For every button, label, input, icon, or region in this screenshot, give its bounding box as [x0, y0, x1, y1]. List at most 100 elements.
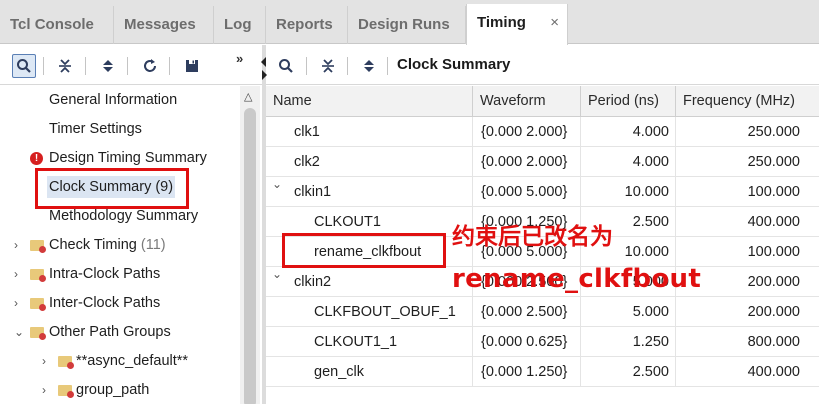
refresh-icon[interactable] — [138, 54, 162, 78]
chevron-right-icon[interactable]: › — [42, 347, 46, 376]
table-row[interactable]: CLKFBOUT_OBUF_1 {0.000 2.500} 5.000 200.… — [266, 297, 819, 327]
clock-period: 10.000 — [581, 177, 676, 207]
overflow-menu-button[interactable]: » — [236, 51, 243, 66]
chevron-right-icon[interactable]: › — [14, 231, 18, 260]
chevron-right-icon[interactable]: › — [14, 289, 18, 318]
clock-frequency: 400.000 — [747, 364, 800, 380]
search-icon[interactable] — [12, 54, 36, 78]
tab-timing[interactable]: Timing × — [466, 4, 568, 45]
tree-item-check-timing[interactable]: › Check Timing (11) — [14, 231, 166, 260]
folder-icon — [30, 327, 46, 340]
tree-item-async-default[interactable]: › **async_default** — [42, 347, 188, 376]
table-row[interactable]: gen_clk {0.000 1.250} 2.500 400.000 — [266, 357, 819, 387]
chevron-down-icon[interactable]: ⌄ — [272, 177, 282, 191]
tree-item-inter-clock-paths[interactable]: › Inter-Clock Paths — [14, 289, 160, 318]
tab-messages[interactable]: Messages — [114, 6, 214, 44]
table-row[interactable]: CLKOUT1_1 {0.000 0.625} 1.250 800.000 — [266, 327, 819, 357]
expand-all-icon[interactable] — [96, 54, 120, 78]
clock-name: clk1 — [294, 117, 473, 147]
tree-item-intra-clock-paths[interactable]: › Intra-Clock Paths — [14, 260, 160, 289]
collapse-all-icon[interactable] — [53, 54, 77, 78]
tab-design-runs[interactable]: Design Runs — [348, 6, 466, 44]
toolbar-separator — [306, 57, 307, 75]
search-icon[interactable] — [274, 54, 298, 78]
clock-waveform: {0.000 5.000} — [473, 177, 581, 207]
clock-frequency: 200.000 — [747, 304, 800, 320]
tree-item-label: Other Path Groups — [49, 324, 171, 340]
toolbar-separator — [169, 57, 170, 75]
clock-name: gen_clk — [314, 357, 473, 387]
tree-item-label: Intra-Clock Paths — [49, 266, 161, 282]
clock-name: clk2 — [294, 147, 473, 177]
tree-item-other-path-groups[interactable]: ⌄ Other Path Groups — [14, 318, 171, 347]
chevron-down-icon[interactable]: ⌄ — [14, 318, 24, 347]
folder-icon — [58, 356, 74, 369]
tree-scrollbar[interactable]: △ — [240, 86, 260, 404]
tab-reports[interactable]: Reports — [266, 6, 348, 44]
annotation-text-new-name: rename_clkfbout — [452, 264, 702, 294]
tree-item-label: Check Timing — [49, 237, 137, 253]
tab-label: Reports — [276, 16, 333, 33]
clock-period: 4.000 — [581, 117, 676, 147]
tree-item-label: Methodology Summary — [49, 208, 199, 224]
column-header-frequency[interactable]: Frequency (MHz) — [676, 86, 819, 117]
scroll-thumb[interactable] — [244, 108, 256, 404]
tree-item-label: Timer Settings — [49, 121, 142, 137]
clock-name: clkin2 — [294, 267, 473, 297]
chevron-right-icon[interactable]: › — [14, 260, 18, 289]
tree-item-general-information[interactable]: General Information — [49, 86, 177, 115]
clock-frequency: 100.000 — [747, 244, 800, 260]
tab-label: Messages — [124, 16, 196, 33]
clock-period: 1.250 — [581, 327, 676, 357]
column-header-name[interactable]: Name — [266, 86, 473, 117]
clock-period: 5.000 — [581, 297, 676, 327]
clock-waveform: {0.000 2.500} — [473, 297, 581, 327]
folder-icon — [30, 298, 46, 311]
folder-icon — [58, 385, 74, 398]
column-header-waveform[interactable]: Waveform — [473, 86, 581, 117]
tab-bar: Tcl Console Messages Log Reports Design … — [0, 0, 819, 45]
tab-tcl-console[interactable]: Tcl Console — [0, 6, 114, 44]
error-icon: ! — [30, 152, 43, 165]
tree-item-label: Design Timing Summary — [49, 150, 207, 166]
table-row[interactable]: clk1 {0.000 2.000} 4.000 250.000 — [266, 117, 819, 147]
column-header-period[interactable]: Period (ns) — [581, 86, 676, 117]
collapse-all-icon[interactable] — [316, 54, 340, 78]
tab-log[interactable]: Log — [214, 6, 266, 44]
panel-title: Clock Summary — [397, 56, 511, 73]
clock-waveform: {0.000 1.250} — [473, 357, 581, 387]
scroll-up-icon[interactable]: △ — [244, 90, 252, 103]
tree-item-group-path[interactable]: › group_path — [42, 376, 149, 404]
clock-waveform: {0.000 0.625} — [473, 327, 581, 357]
clock-frequency: 100.000 — [747, 184, 800, 200]
tab-label: Log — [224, 16, 252, 33]
folder-icon — [30, 269, 46, 282]
tab-label: Tcl Console — [10, 16, 94, 33]
table-row[interactable]: clk2 {0.000 2.000} 4.000 250.000 — [266, 147, 819, 177]
tree-item-timer-settings[interactable]: Timer Settings — [49, 115, 142, 144]
table-header: Name Waveform Period (ns) Frequency (MHz… — [266, 86, 819, 117]
save-icon[interactable] — [180, 54, 204, 78]
toolbar-separator — [85, 57, 86, 75]
chevron-down-icon[interactable]: ⌄ — [272, 267, 282, 281]
chevron-right-icon[interactable]: › — [42, 376, 46, 404]
close-icon[interactable]: × — [550, 4, 559, 41]
tree-item-label: **async_default** — [76, 353, 189, 369]
toolbar-separator — [387, 57, 388, 75]
tab-label: Design Runs — [358, 16, 450, 33]
clock-frequency: 250.000 — [747, 124, 800, 140]
highlight-box-clock-summary — [35, 168, 189, 209]
toolbar-separator — [127, 57, 128, 75]
expand-all-icon[interactable] — [357, 54, 381, 78]
highlight-box-rename-clkfbout — [282, 233, 446, 268]
table-toolbar: Clock Summary — [266, 45, 819, 85]
tree-toolbar: » — [0, 45, 264, 85]
clock-name: CLKOUT1_1 — [314, 327, 473, 357]
tab-label: Timing — [477, 14, 526, 31]
annotation-text-renamed: 约束后已改名为 — [452, 224, 613, 250]
clock-period: 4.000 — [581, 147, 676, 177]
folder-icon — [30, 240, 46, 253]
timing-tree: General Information Timer Settings ! Des… — [0, 86, 240, 404]
table-row[interactable]: ⌄ clkin1 {0.000 5.000} 10.000 100.000 — [266, 177, 819, 207]
tree-item-label: Inter-Clock Paths — [49, 295, 161, 311]
